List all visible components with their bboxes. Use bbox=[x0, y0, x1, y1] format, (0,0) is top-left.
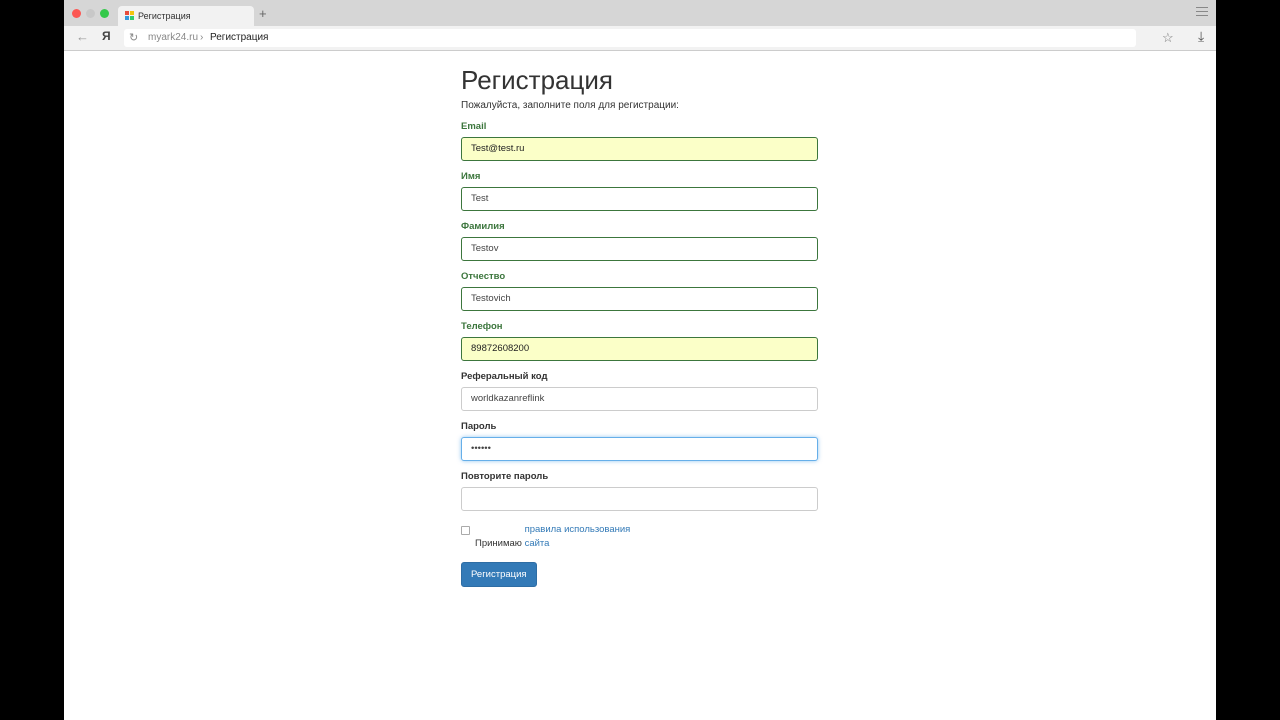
yandex-icon[interactable]: Я bbox=[102, 29, 111, 43]
url-path: Регистрация bbox=[210, 32, 269, 43]
new-tab-button[interactable]: + bbox=[259, 6, 267, 21]
bookmark-star-icon[interactable]: ☆ bbox=[1162, 30, 1174, 46]
minimize-window-button[interactable] bbox=[86, 9, 95, 18]
form-intro: Пожалуйста, заполните поля для регистрац… bbox=[461, 100, 679, 111]
terms-row: Принимаю правила использования сайта bbox=[461, 523, 818, 551]
email-group: Email Test@test.ru bbox=[461, 121, 818, 161]
menu-icon[interactable] bbox=[1196, 7, 1208, 19]
last-name-field[interactable]: Testov bbox=[461, 237, 818, 261]
registration-form: Регистрация Пожалуйста, заполните поля д… bbox=[461, 60, 818, 587]
phone-field[interactable]: 89872608200 bbox=[461, 337, 818, 361]
first-name-field[interactable]: Test bbox=[461, 187, 818, 211]
terms-checkbox[interactable] bbox=[461, 526, 470, 535]
confirm-password-label: Повторите пароль bbox=[461, 471, 549, 482]
phone-group: Телефон 89872608200 bbox=[461, 321, 818, 361]
site-favicon-icon bbox=[125, 11, 135, 21]
password-group: Пароль •••••• bbox=[461, 421, 818, 461]
page-title: Регистрация bbox=[461, 65, 613, 95]
email-label: Email bbox=[461, 121, 487, 132]
refresh-icon[interactable]: ↻ bbox=[129, 29, 138, 47]
address-bar: ← Я ↻ myark24.ru › Регистрация ☆ ⤓ bbox=[64, 26, 1216, 51]
url-field[interactable]: ↻ myark24.ru › Регистрация bbox=[124, 29, 1136, 47]
referral-label: Реферальный код bbox=[461, 371, 548, 382]
referral-field[interactable]: worldkazanreflink bbox=[461, 387, 818, 411]
password-field[interactable]: •••••• bbox=[461, 437, 818, 461]
terms-prefix: Принимаю bbox=[475, 538, 522, 549]
confirm-password-group: Повторите пароль bbox=[461, 471, 818, 511]
first-name-label: Имя bbox=[461, 171, 481, 182]
browser-window: Регистрация + ← Я ↻ myark24.ru › Регистр… bbox=[64, 0, 1216, 720]
patronymic-group: Отчество Testovich bbox=[461, 271, 818, 311]
url-domain: myark24.ru bbox=[148, 32, 199, 43]
referral-group: Реферальный код worldkazanreflink bbox=[461, 371, 818, 411]
terms-link[interactable]: правила использования сайта bbox=[525, 523, 645, 551]
tab-title: Регистрация bbox=[138, 11, 191, 21]
patronymic-field[interactable]: Testovich bbox=[461, 287, 818, 311]
password-label: Пароль bbox=[461, 421, 497, 432]
email-field[interactable]: Test@test.ru bbox=[461, 137, 818, 161]
phone-label: Телефон bbox=[461, 321, 503, 332]
patronymic-label: Отчество bbox=[461, 271, 506, 282]
browser-tab[interactable]: Регистрация bbox=[118, 6, 254, 26]
url-separator: › bbox=[200, 32, 204, 43]
back-arrow-icon[interactable]: ← bbox=[76, 29, 89, 44]
register-button[interactable]: Регистрация bbox=[461, 562, 537, 587]
maximize-window-button[interactable] bbox=[100, 9, 109, 18]
title-bar: Регистрация + bbox=[64, 0, 1216, 26]
close-window-button[interactable] bbox=[72, 9, 81, 18]
last-name-group: Фамилия Testov bbox=[461, 221, 818, 261]
first-name-group: Имя Test bbox=[461, 171, 818, 211]
confirm-password-field[interactable] bbox=[461, 487, 818, 511]
last-name-label: Фамилия bbox=[461, 221, 505, 232]
download-icon[interactable]: ⤓ bbox=[1198, 28, 1204, 45]
